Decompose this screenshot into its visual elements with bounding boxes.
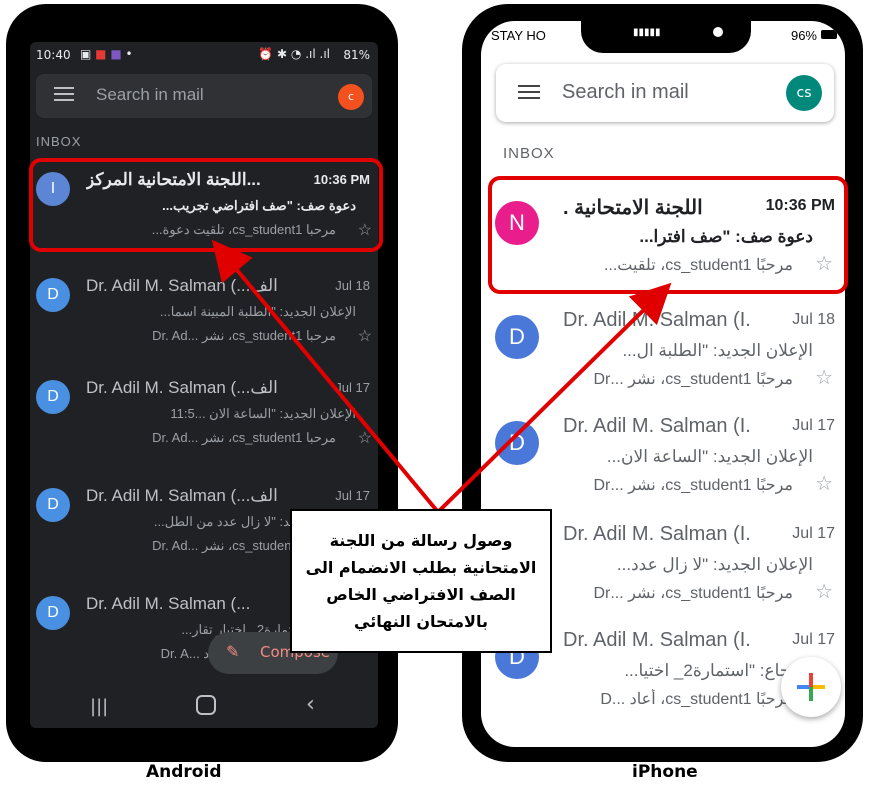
arrow-to-android: [211, 239, 440, 514]
annotation-callout: وصول رسالة من اللجنة الامتحانية بطلب الا…: [290, 509, 552, 653]
arrow-to-iphone: [436, 282, 672, 514]
iphone-caption: iPhone: [632, 762, 698, 782]
arrows-layer: [211, 239, 672, 514]
android-caption: Android: [146, 762, 222, 782]
